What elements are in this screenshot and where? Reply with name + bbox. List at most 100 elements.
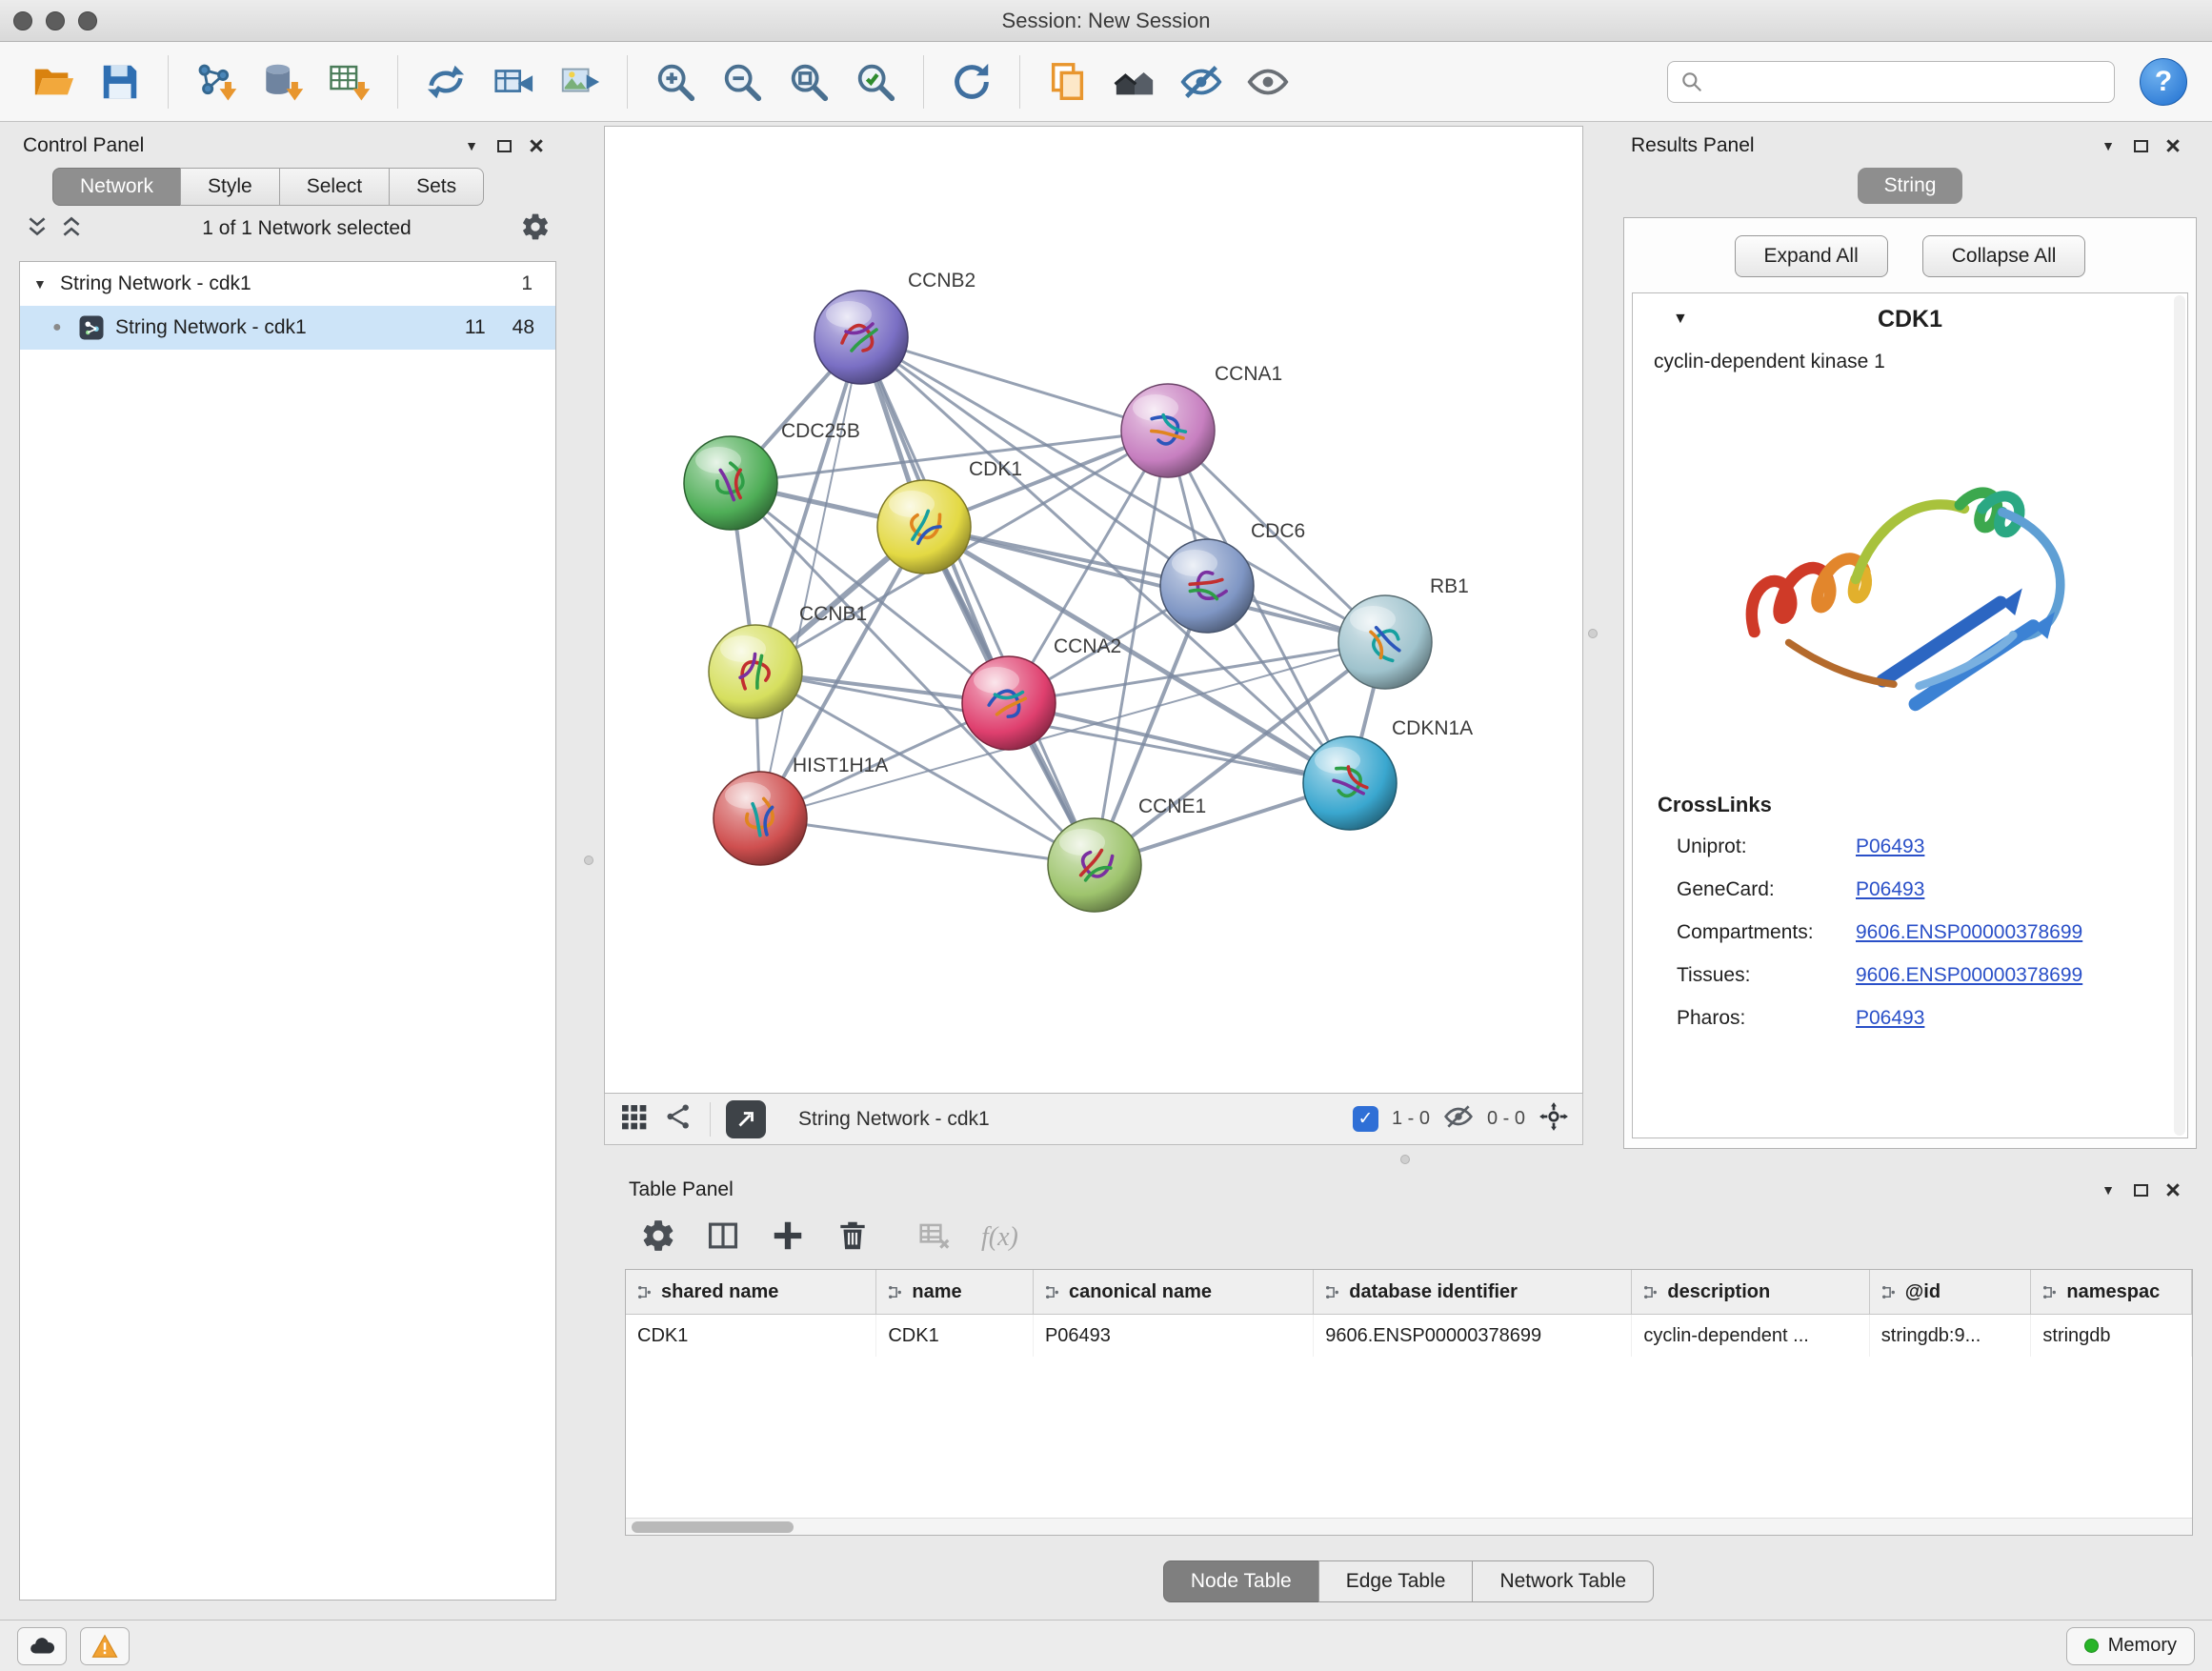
- panel-close-icon[interactable]: ×: [2157, 130, 2189, 162]
- column-header-shared-name[interactable]: shared name: [626, 1270, 876, 1314]
- tab-node-table[interactable]: Node Table: [1163, 1560, 1319, 1602]
- network-overview-icon[interactable]: [664, 1101, 694, 1137]
- table-from-network-button[interactable]: [484, 52, 541, 111]
- tree-expand-icon[interactable]: ▼: [33, 276, 60, 292]
- panel-menu-icon[interactable]: ▼: [2092, 130, 2124, 162]
- splitter-handle[interactable]: [1400, 1155, 1410, 1164]
- panel-close-icon[interactable]: ×: [520, 130, 553, 162]
- tab-style[interactable]: Style: [180, 168, 280, 206]
- zoom-selected-button[interactable]: [847, 52, 904, 111]
- edge-CCNB2-CCNE1[interactable]: [861, 337, 1095, 865]
- network-from-selection-button[interactable]: [417, 52, 474, 111]
- panel-float-icon[interactable]: [488, 130, 520, 162]
- show-columns-icon[interactable]: [705, 1218, 741, 1258]
- scrollbar-thumb[interactable]: [632, 1521, 794, 1533]
- edge-CCNB2-CCNA1[interactable]: [861, 337, 1168, 431]
- import-table-file-button[interactable]: [321, 52, 378, 111]
- crosslink-value-link[interactable]: P06493: [1856, 878, 1924, 901]
- zoom-fit-button[interactable]: [780, 52, 837, 111]
- eye-hide-button[interactable]: [1173, 52, 1230, 111]
- collapse-all-networks-icon[interactable]: [25, 214, 53, 243]
- delete-column-trash-icon[interactable]: [835, 1218, 871, 1258]
- zoom-in-button[interactable]: [647, 52, 704, 111]
- node-CCNA1[interactable]: [1121, 384, 1215, 477]
- network-view-canvas[interactable]: CCNB2CCNA1CDC25BCDK1CDC6RB1CCNB1CCNA2CDK…: [604, 126, 1583, 1094]
- expand-all-button[interactable]: Expand All: [1735, 235, 1888, 277]
- crosslink-value-link[interactable]: 9606.ENSP00000378699: [1856, 964, 2082, 987]
- home-houses-button[interactable]: [1106, 52, 1163, 111]
- help-button[interactable]: ?: [2140, 58, 2187, 106]
- column-header-database-identifier[interactable]: database identifier: [1314, 1270, 1632, 1314]
- refresh-layout-button[interactable]: [943, 52, 1000, 111]
- hidden-eye-icon[interactable]: [1443, 1101, 1474, 1137]
- zoom-out-button[interactable]: [714, 52, 771, 111]
- column-header-name[interactable]: name: [876, 1270, 1034, 1314]
- tab-edge-table[interactable]: Edge Table: [1318, 1560, 1474, 1602]
- node-CDK1[interactable]: [877, 480, 971, 574]
- column-type-icon: [1043, 1283, 1061, 1301]
- panel-float-icon[interactable]: [2124, 1174, 2157, 1206]
- splitter-handle[interactable]: [1588, 629, 1598, 638]
- node-CCNA2[interactable]: [962, 656, 1056, 750]
- crosslink-value-link[interactable]: P06493: [1856, 836, 1924, 858]
- edge-HIST1H1A-CCNE1[interactable]: [760, 818, 1095, 865]
- crosslink-value-link[interactable]: 9606.ENSP00000378699: [1856, 921, 2082, 944]
- entry-collapse-icon[interactable]: ▼: [1673, 311, 1688, 328]
- duplicate-document-button[interactable]: [1039, 52, 1096, 111]
- import-network-file-button[interactable]: [188, 52, 245, 111]
- panel-menu-icon[interactable]: ▼: [455, 130, 488, 162]
- add-column-icon[interactable]: [770, 1218, 806, 1258]
- import-network-database-button[interactable]: [254, 52, 312, 111]
- splitter-handle[interactable]: [584, 856, 593, 865]
- node-CDC6[interactable]: [1160, 539, 1254, 633]
- node-HIST1H1A[interactable]: [714, 772, 807, 865]
- results-scrollbar[interactable]: [2174, 295, 2185, 1136]
- expand-all-networks-icon[interactable]: [59, 214, 88, 243]
- panel-menu-icon[interactable]: ▼: [2092, 1174, 2124, 1206]
- cloud-button[interactable]: [17, 1627, 67, 1665]
- string-network-graph[interactable]: CCNB2CCNA1CDC25BCDK1CDC6RB1CCNB1CCNA2CDK…: [605, 127, 1582, 1093]
- node-CCNE1[interactable]: [1048, 818, 1141, 912]
- column-label: namespac: [2066, 1281, 2160, 1303]
- save-session-button[interactable]: [91, 52, 149, 111]
- network-row-selected[interactable]: ● String Network - cdk1 11 48: [20, 306, 555, 350]
- table-horizontal-scrollbar[interactable]: [626, 1518, 2192, 1535]
- table-row[interactable]: CDK1CDK1P064939606.ENSP00000378699cyclin…: [626, 1315, 2192, 1357]
- column-header-canonical-name[interactable]: canonical name: [1034, 1270, 1314, 1314]
- edge-CDK1-RB1[interactable]: [924, 527, 1385, 642]
- edge-CCNA2-CDKN1A[interactable]: [1009, 703, 1350, 783]
- node-CCNB2[interactable]: [814, 291, 908, 384]
- open-session-button[interactable]: [25, 52, 82, 111]
- edge-CCNB2-HIST1H1A[interactable]: [760, 337, 861, 818]
- tab-sets[interactable]: Sets: [389, 168, 484, 206]
- column-header--id[interactable]: @id: [1870, 1270, 2032, 1314]
- tab-string[interactable]: String: [1858, 168, 1963, 204]
- export-image-button[interactable]: [551, 52, 608, 111]
- panel-close-icon[interactable]: ×: [2157, 1174, 2189, 1206]
- search-box[interactable]: [1667, 61, 2115, 103]
- network-collection-row[interactable]: ▼ String Network - cdk1 1: [20, 262, 555, 306]
- pan-crosshair-icon[interactable]: [1538, 1101, 1569, 1137]
- node-CDC25B[interactable]: [684, 436, 777, 530]
- tab-network[interactable]: Network: [52, 168, 181, 206]
- selected-nodes-checkbox-icon[interactable]: ✓: [1353, 1106, 1378, 1132]
- memory-button[interactable]: Memory: [2066, 1627, 2195, 1665]
- column-header-description[interactable]: description: [1632, 1270, 1869, 1314]
- crosslink-value-link[interactable]: P06493: [1856, 1007, 1924, 1030]
- tab-select[interactable]: Select: [279, 168, 390, 206]
- node-RB1[interactable]: [1338, 595, 1432, 689]
- eye-show-button[interactable]: [1239, 52, 1297, 111]
- collapse-all-button[interactable]: Collapse All: [1922, 235, 2086, 277]
- table-settings-gear-icon[interactable]: [640, 1218, 676, 1258]
- search-input[interactable]: [1712, 64, 2102, 100]
- network-options-gear-icon[interactable]: [520, 211, 551, 247]
- column-header-namespac[interactable]: namespac: [2031, 1270, 2192, 1314]
- export-network-button[interactable]: [726, 1100, 766, 1138]
- node-CDKN1A[interactable]: [1303, 736, 1397, 830]
- panel-float-icon[interactable]: [2124, 130, 2157, 162]
- birds-eye-grid-icon[interactable]: [618, 1101, 649, 1137]
- node-CCNB1[interactable]: [709, 625, 802, 718]
- network-label: String Network - cdk1: [115, 316, 307, 339]
- tab-network-table[interactable]: Network Table: [1472, 1560, 1654, 1602]
- warnings-button[interactable]: [80, 1627, 130, 1665]
